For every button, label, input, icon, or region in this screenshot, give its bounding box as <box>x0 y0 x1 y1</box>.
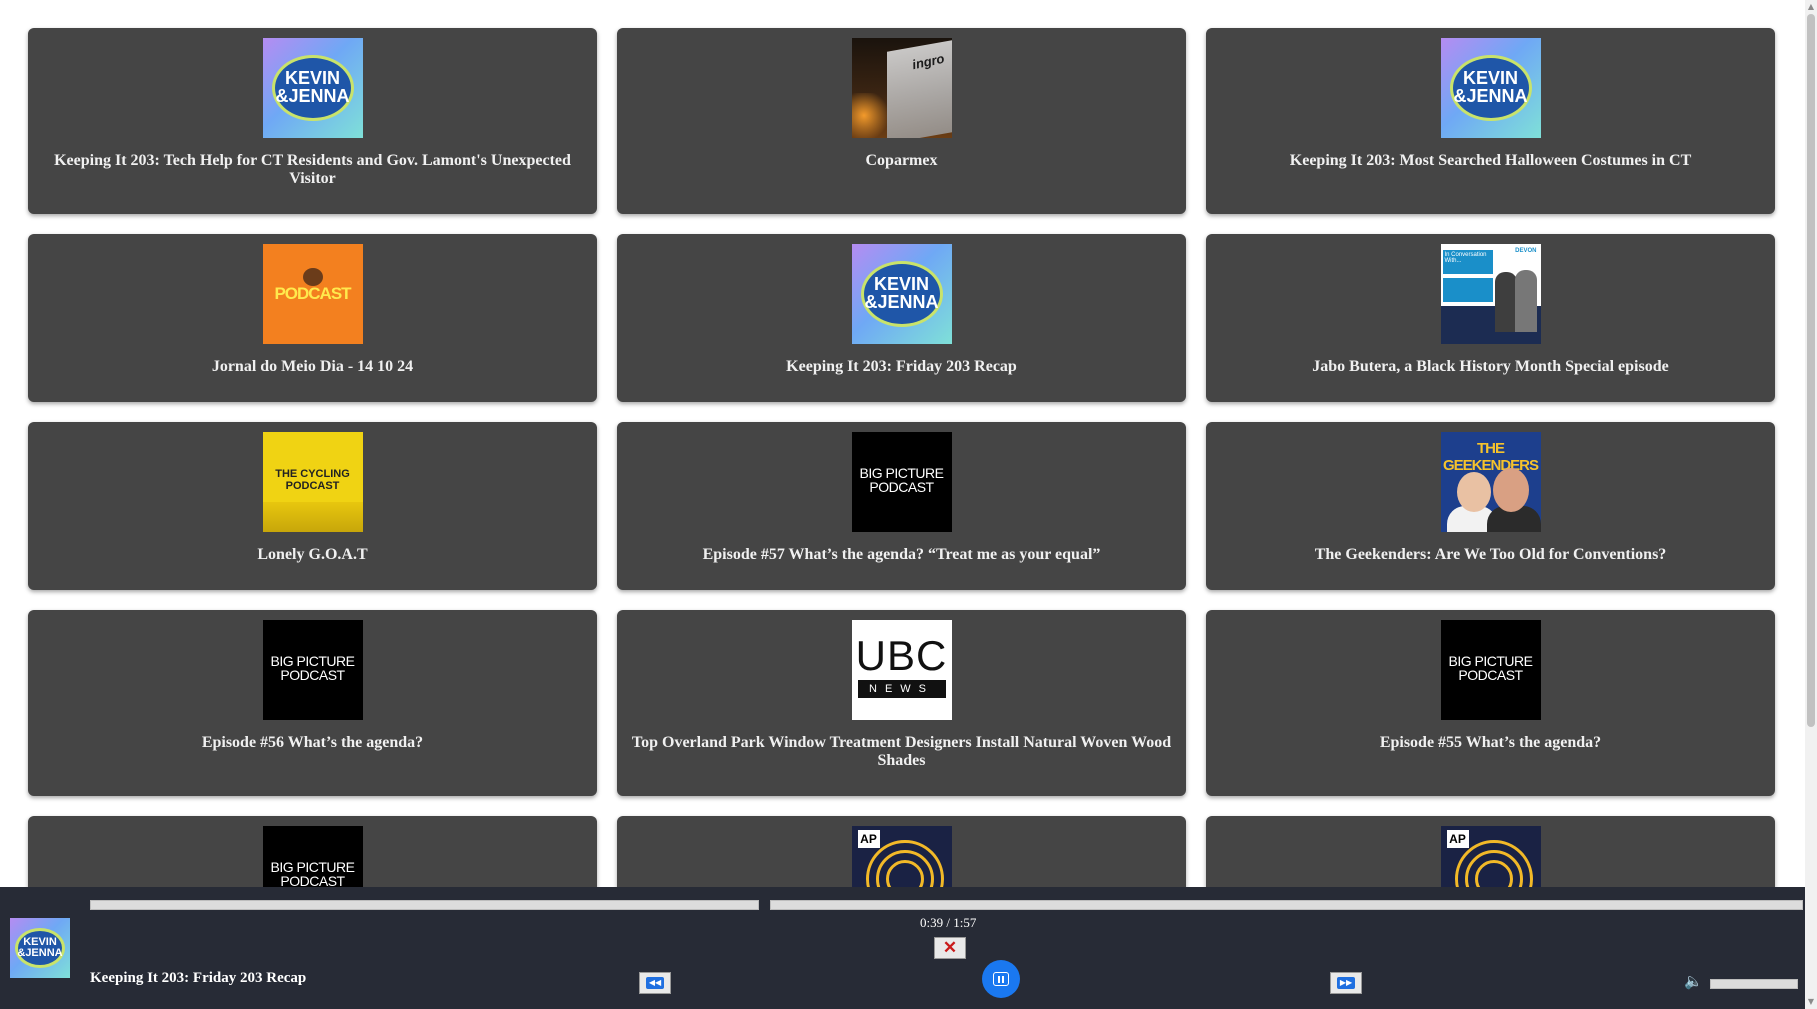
episode-card[interactable]: KEVIN &JENNA Keeping It 203: Tech Help for… <box>28 28 597 214</box>
cycling-podcast-artwork: THE CYCLING PODCAST <box>262 432 363 532</box>
episode-title: Episode #57 What’s the agenda? “Treat me… <box>702 546 1101 563</box>
scroll-down-arrow-icon[interactable]: ▼ <box>1805 995 1817 1009</box>
episode-card[interactable]: THE GEEKENDERS The Geekenders: Are We Too… <box>1206 422 1775 590</box>
scrollbar-thumb[interactable] <box>1807 14 1815 727</box>
rewind-icon: ◀◀ <box>646 977 664 989</box>
episode-title: Keeping It 203: Most Searched Halloween … <box>1289 152 1692 169</box>
pause-button[interactable] <box>982 960 1020 998</box>
now-playing-artwork: KEVIN &JENNA <box>10 918 70 978</box>
big-picture-podcast-artwork: BIG PICTURE PODCAST <box>1440 620 1541 720</box>
episode-title: Jabo Butera, a Black History Month Speci… <box>1312 358 1669 375</box>
episode-title: Lonely G.O.A.T <box>257 546 368 563</box>
episode-card[interactable]: PODCAST Jornal do Meio Dia - 14 10 24 <box>28 234 597 402</box>
episode-card[interactable]: KEVIN &JENNA Keeping It 203: Most Searched… <box>1206 28 1775 214</box>
big-picture-podcast-artwork: BIG PICTURE PODCAST <box>262 620 363 720</box>
scroll-up-arrow-icon[interactable]: ▲ <box>1805 0 1817 14</box>
episode-card[interactable]: UBC NEWS Top Overland Park Window Treatmen… <box>617 610 1186 796</box>
close-player-button[interactable]: ✕ <box>934 937 966 959</box>
audio-player-bar: KEVIN &JENNA Keeping It 203: Friday 203 … <box>0 887 1805 1009</box>
coparmex-artwork: ingro <box>851 38 952 138</box>
episode-title: Keeping It 203: Tech Help for CT Residen… <box>54 152 571 187</box>
episode-title: Top Overland Park Window Treatment Desig… <box>631 734 1172 769</box>
time-display: 0:39 / 1:57 <box>920 915 977 930</box>
episode-title: Jornal do Meio Dia - 14 10 24 <box>211 358 414 375</box>
big-picture-podcast-artwork: BIG PICTURE PODCAST <box>851 432 952 532</box>
now-playing-title: Keeping It 203: Friday 203 Recap <box>90 970 307 986</box>
podcast-artwork: PODCAST <box>262 244 363 344</box>
fast-forward-icon: ▶▶ <box>1337 977 1355 989</box>
geekenders-artwork: THE GEEKENDERS <box>1440 432 1541 532</box>
episode-title: Episode #55 What’s the agenda? <box>1379 734 1602 751</box>
speaker-icon[interactable]: 🔈 <box>1684 972 1703 990</box>
page-scrollbar[interactable]: ▲ ▼ <box>1805 0 1817 1009</box>
progress-bar-remaining[interactable] <box>770 900 1803 910</box>
episode-grid: KEVIN &JENNA Keeping It 203: Tech Help for… <box>28 28 1775 996</box>
kevin-jenna-artwork: KEVIN &JENNA <box>262 38 363 138</box>
episode-card[interactable]: KEVIN &JENNA Keeping It 203: Friday 203 Re… <box>617 234 1186 402</box>
kevin-jenna-artwork: KEVIN &JENNA <box>1440 38 1541 138</box>
episode-title: The Geekenders: Are We Too Old for Conve… <box>1314 546 1667 563</box>
kevin-jenna-artwork: KEVIN &JENNA <box>851 244 952 344</box>
episode-card[interactable]: BIG PICTURE PODCAST Episode #57 What’s the… <box>617 422 1186 590</box>
episode-title: Coparmex <box>865 152 938 169</box>
episode-card[interactable]: THE CYCLING PODCAST Lonely G.O.A.T <box>28 422 597 590</box>
episode-card[interactable]: BIG PICTURE PODCAST Episode #56 What’s the… <box>28 610 597 796</box>
devon-chambers-artwork: In Conversation With... DEVON <box>1440 244 1541 344</box>
episode-card[interactable]: ingro Coparmex <box>617 28 1186 214</box>
progress-bar-played[interactable] <box>90 900 759 910</box>
episode-card[interactable]: BIG PICTURE PODCAST Episode #55 What’s the… <box>1206 610 1775 796</box>
fast-forward-button[interactable]: ▶▶ <box>1330 972 1362 994</box>
episode-title: Keeping It 203: Friday 203 Recap <box>786 358 1017 375</box>
close-x-icon: ✕ <box>942 938 958 957</box>
episode-card[interactable]: In Conversation With... DEVON Jabo Butera,… <box>1206 234 1775 402</box>
ubc-news-artwork: UBC NEWS <box>851 620 952 720</box>
episode-title: Episode #56 What’s the agenda? <box>201 734 424 751</box>
pause-icon <box>993 972 1009 986</box>
volume-slider[interactable] <box>1710 979 1798 989</box>
rewind-button[interactable]: ◀◀ <box>639 972 671 994</box>
